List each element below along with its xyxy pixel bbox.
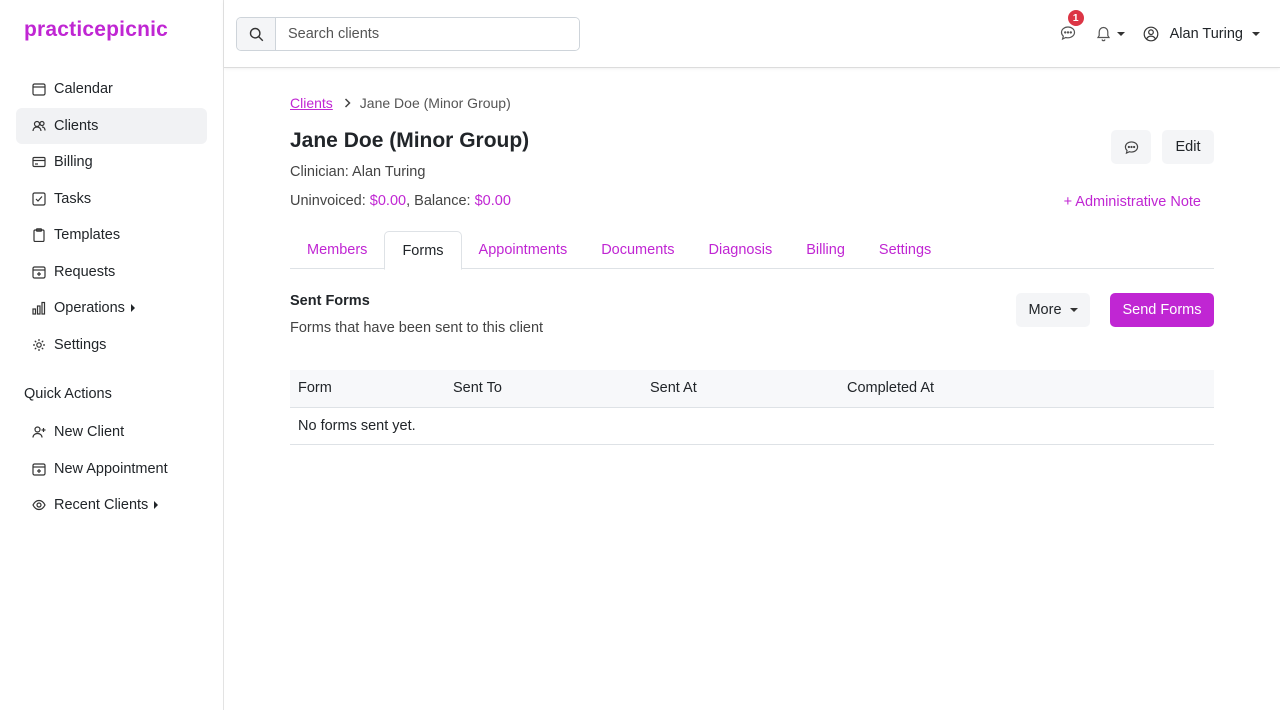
clipboard-icon [32,228,46,242]
sidebar-item-label: Tasks [54,190,92,207]
gear-icon [32,338,46,352]
bell-icon [1096,26,1111,42]
app-logo[interactable]: practicepicnic [24,18,168,42]
sidebar: practicepicnic Calendar Clients Billing … [0,0,224,710]
tab-billing[interactable]: Billing [789,231,862,269]
calendar-icon [32,82,46,96]
sidebar-item-settings[interactable]: Settings [16,327,207,363]
chevron-right-icon [344,98,351,108]
tab-diagnosis[interactable]: Diagnosis [692,231,790,269]
search-button[interactable] [237,18,276,50]
tab-documents[interactable]: Documents [584,231,691,269]
quick-action-label: Recent Clients [54,497,149,513]
quick-actions-heading: Quick Actions [24,386,112,402]
section-subtitle: Forms that have been sent to this client [290,320,544,336]
sidebar-item-label: Clients [54,117,99,134]
message-client-button[interactable] [1111,130,1151,164]
sidebar-item-label: Requests [54,263,116,280]
breadcrumb: Clients Jane Doe (Minor Group) [290,95,511,111]
table-row-empty: No forms sent yet. [290,408,1214,445]
checkbox-icon [32,191,46,206]
quick-action-new-client[interactable]: New Client [16,414,207,450]
sidebar-item-billing[interactable]: Billing [16,144,207,180]
eye-icon [32,498,46,512]
main-nav: Calendar Clients Billing Tasks Templates [16,71,207,363]
sidebar-item-label: Settings [54,336,107,353]
calendar-plus-icon [32,265,46,279]
sidebar-item-templates[interactable]: Templates [16,217,207,253]
table-header: Form Sent To Sent At Completed At [290,370,1214,408]
client-balances: Uninvoiced: $0.00, Balance: $0.00 [290,193,511,209]
empty-state-text: No forms sent yet. [298,418,416,434]
message-count-badge: 1 [1066,9,1085,27]
sidebar-item-label: Templates [54,227,121,243]
edit-button[interactable]: Edit [1162,130,1214,164]
caret-right-icon [154,501,159,509]
tab-settings[interactable]: Settings [862,231,948,269]
add-administrative-note-link[interactable]: + Administrative Note [1064,194,1201,210]
section-title: Sent Forms [290,293,370,309]
topbar-actions: 1 Alan Turing [1060,0,1260,68]
search-bar [236,17,580,51]
sidebar-item-tasks[interactable]: Tasks [16,181,207,217]
sidebar-item-calendar[interactable]: Calendar [16,71,207,107]
uninvoiced-amount[interactable]: $0.00 [370,193,406,209]
sidebar-item-operations[interactable]: Operations [16,290,207,326]
column-header-sent-at[interactable]: Sent At [650,380,697,396]
sidebar-item-label: Billing [54,154,93,170]
sidebar-item-clients[interactable]: Clients [16,107,207,144]
user-name: Alan Turing [1169,26,1243,42]
balance-label: , Balance: [406,193,475,209]
forms-table: Form Sent To Sent At Completed At No for… [290,370,1214,445]
tab-members[interactable]: Members [290,231,384,269]
tab-appointments[interactable]: Appointments [462,231,585,269]
client-tabs: Members Forms Appointments Documents Dia… [290,231,1214,270]
quick-action-label: New Appointment [54,460,168,477]
chevron-down-icon [1069,308,1078,312]
uninvoiced-label: Uninvoiced: [290,193,370,209]
chat-icon [1060,25,1078,41]
quick-action-label: New Client [54,424,125,440]
more-label: More [1028,302,1062,318]
sidebar-item-label: Operations [54,300,125,316]
column-header-sent-to[interactable]: Sent To [453,380,502,396]
sidebar-item-label: Calendar [54,81,113,97]
messages-button[interactable]: 1 [1060,9,1085,43]
user-circle-icon [1143,26,1159,42]
notifications-dropdown[interactable] [1096,26,1125,42]
column-header-form[interactable]: Form [298,380,332,396]
sidebar-item-requests[interactable]: Requests [16,254,207,290]
tab-forms[interactable]: Forms [384,231,462,270]
quick-actions: New Client New Appointment Recent Client… [16,414,207,524]
credit-card-icon [32,155,46,169]
search-icon [249,27,264,42]
page-title: Jane Doe (Minor Group) [290,129,530,152]
chat-icon [1124,140,1139,155]
breadcrumb-current: Jane Doe (Minor Group) [359,95,511,111]
column-header-completed-at[interactable]: Completed At [847,380,934,396]
chevron-down-icon [1116,32,1125,36]
calendar-plus-icon [32,462,46,476]
caret-right-icon [130,304,135,312]
client-clinician: Clinician: Alan Turing [290,164,426,180]
breadcrumb-clients-link[interactable]: Clients [290,95,333,111]
more-dropdown-button[interactable]: More [1016,293,1090,327]
bar-chart-icon [32,301,46,315]
send-forms-button[interactable]: Send Forms [1110,293,1214,327]
chevron-down-icon [1252,32,1260,36]
topbar: 1 Alan Turing [224,0,1280,68]
quick-action-new-appointment[interactable]: New Appointment [16,451,207,487]
user-menu[interactable]: Alan Turing [1143,26,1260,42]
quick-action-recent-clients[interactable]: Recent Clients [16,487,207,523]
user-plus-icon [32,425,46,439]
users-icon [32,119,46,133]
search-input[interactable] [276,18,579,50]
balance-amount[interactable]: $0.00 [475,193,511,209]
